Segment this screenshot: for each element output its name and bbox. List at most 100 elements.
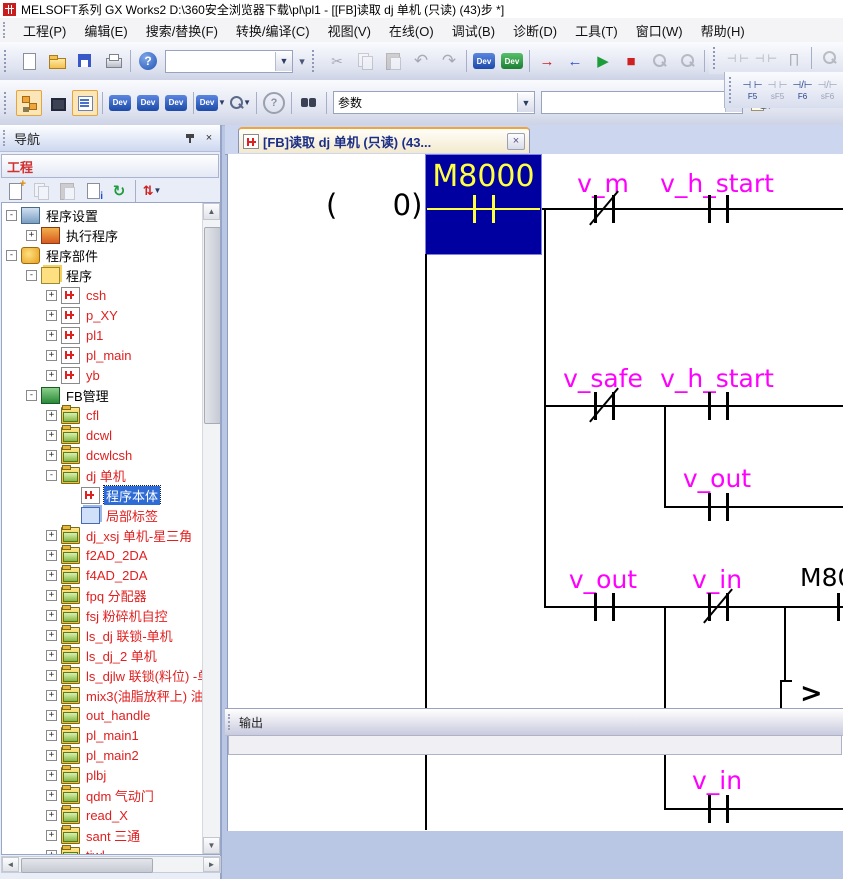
tree-expander[interactable]: - [26,390,37,401]
open-project-button[interactable] [44,48,70,74]
scroll-up-button[interactable]: ▲ [203,203,220,220]
tree-item[interactable]: + ls_dj_2 单机 [2,645,205,665]
menu-diagnostics[interactable]: 诊断(D) [504,18,566,43]
menu-project[interactable]: 工程(P) [14,18,75,43]
tree-item[interactable]: + out_handle [2,705,205,725]
device-batch-button[interactable]: Dev [163,90,189,116]
tree-expander[interactable]: + [46,410,57,421]
scroll-right-button[interactable]: ► [203,857,220,872]
toolbar-overflow[interactable]: ▾ [296,55,308,68]
tree-item[interactable]: - 程序部件 [2,245,205,265]
tree-expander[interactable]: - [26,270,37,281]
monitor-read-button[interactable] [674,48,700,74]
monitor-stop-button[interactable]: ■ [618,48,644,74]
tree-expander[interactable]: + [46,530,57,541]
tree-item[interactable]: + plbj [2,765,205,785]
pulse-convert-button[interactable]: ∏ [781,45,807,71]
menu-edit[interactable]: 编辑(E) [75,18,136,43]
tree-expander[interactable]: + [46,430,57,441]
menu-help[interactable]: 帮助(H) [692,18,754,43]
tree-item[interactable]: - 程序 [2,265,205,285]
menu-compile[interactable]: 转换/编译(C) [227,18,319,43]
device-display-button[interactable]: Dev▼ [198,90,224,116]
edit-rung-down-button[interactable]: ⊣ ⊢ [753,45,779,71]
fkey-symbol-button[interactable]: ⊣/⊢ sF6 [815,73,840,107]
write-to-plc-button[interactable]: → [534,48,560,74]
menu-find-replace[interactable]: 搜索/替换(F) [137,18,227,43]
pin-button[interactable] [182,131,198,146]
tree-item[interactable]: 程序本体 [2,485,205,505]
ladder-cursor-cell[interactable]: M8000 [425,154,542,255]
property-button[interactable]: i [81,179,105,203]
tree-expander[interactable]: + [46,650,57,661]
tree-expander[interactable]: + [46,690,57,701]
help-button[interactable]: ? [135,48,161,74]
module-config-button[interactable] [44,90,70,116]
tree-item[interactable]: + pl_main2 [2,745,205,765]
tree-item[interactable]: + pl1 [2,325,205,345]
tree-horizontal-scrollbar[interactable]: ◄ ► [1,856,221,873]
chevron-down-icon[interactable]: ▼ [275,52,292,71]
tree-expander[interactable]: + [46,330,57,341]
context-help-button[interactable]: ? [261,90,287,116]
device-search-button[interactable]: ▼ [226,90,252,116]
fkey-symbol-button[interactable]: ⊣ ⊢ sF5 [765,73,790,107]
undo-button[interactable]: ↶ [408,48,434,74]
cross-reference-button[interactable] [296,90,322,116]
list-view-button[interactable] [72,90,98,116]
add-item-button[interactable]: + [3,179,27,203]
tree-item[interactable]: + qdm 气动门 [2,785,205,805]
read-from-plc-button[interactable]: ← [562,48,588,74]
tree-expander[interactable]: + [46,750,57,761]
tree-expander[interactable]: - [6,250,17,261]
tree-item[interactable]: + cfl [2,405,205,425]
paste-button[interactable] [380,48,406,74]
tree-item[interactable]: + dj_xsj 单机-星三角 [2,525,205,545]
tree-expander[interactable]: + [46,770,57,781]
device-comment-button[interactable]: Dev [107,90,133,116]
tree-item[interactable]: + f4AD_2DA [2,565,205,585]
tree-item[interactable]: + yb [2,365,205,385]
menu-online[interactable]: 在线(O) [380,18,443,43]
monitor-start-button[interactable]: ▶ [590,48,616,74]
device-find-button[interactable]: Dev [471,48,497,74]
menu-debug[interactable]: 调试(B) [443,18,504,43]
tree-item[interactable]: + ls_dj 联锁-单机 [2,625,205,645]
scroll-down-button[interactable]: ▼ [203,837,220,854]
document-tab[interactable]: [FB]读取 dj 单机 (只读) (43... × [238,127,530,153]
scroll-thumb[interactable] [21,858,153,873]
tree-item[interactable]: - 程序设置 [2,205,205,225]
tree-expander[interactable]: + [46,610,57,621]
tree-item[interactable]: - dj 单机 [2,465,205,485]
navigation-window-button[interactable] [16,90,42,116]
redo-button[interactable]: ↷ [436,48,462,74]
tree-item[interactable]: + ls_djlw 联锁(料位) -单机 [2,665,205,685]
tree-item[interactable]: + pl_main [2,345,205,365]
tree-item[interactable]: + sant 三通 [2,825,205,845]
device-monitor-button[interactable]: Dev [499,48,525,74]
tree-item[interactable]: 局部标签 [2,505,205,525]
nav-paste-button[interactable] [55,179,79,203]
tree-item[interactable]: + f2AD_2DA [2,545,205,565]
quick-combo[interactable]: ▼ [165,50,293,73]
panel-close-button[interactable]: × [201,131,217,146]
tree-expander[interactable]: + [46,570,57,581]
menu-window[interactable]: 窗口(W) [627,18,692,43]
tree-expander[interactable]: + [46,730,57,741]
scroll-thumb[interactable] [204,227,221,424]
tree-item[interactable]: + 执行程序 [2,225,205,245]
tab-close-button[interactable]: × [507,133,525,150]
save-project-button[interactable] [72,48,98,74]
tree-vertical-scrollbar[interactable]: ▲ ▼ [202,203,220,854]
tree-expander[interactable]: - [46,470,57,481]
tree-item[interactable]: + dcwl [2,425,205,445]
copy-button[interactable] [352,48,378,74]
fkey-symbol-button[interactable]: ⊣/⊢ F6 [790,73,815,107]
tree-expander[interactable]: + [46,590,57,601]
tree-expander[interactable]: + [46,350,57,361]
tree-expander[interactable]: + [46,550,57,561]
scroll-left-button[interactable]: ◄ [2,857,19,872]
tree-expander[interactable]: + [46,370,57,381]
tree-item[interactable]: - FB管理 [2,385,205,405]
menu-tool[interactable]: 工具(T) [566,18,627,43]
